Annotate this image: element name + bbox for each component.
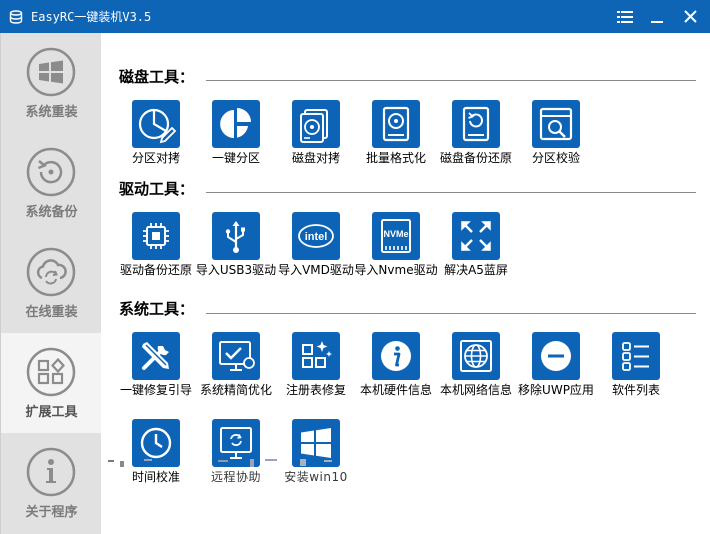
usb-icon (212, 212, 260, 260)
app-logo-icon (9, 10, 23, 24)
nvme-icon: NVMe (372, 212, 420, 260)
minimize-button[interactable] (644, 5, 670, 29)
minimize-icon (651, 21, 663, 23)
section-divider (206, 80, 696, 81)
section-divider (206, 192, 696, 193)
grid-shapes-icon (26, 347, 76, 397)
sidebar-item-label: 在线重装 (25, 305, 78, 320)
minus-circle-icon (532, 332, 580, 380)
sidebar-item-label: 系统备份 (25, 205, 78, 220)
section-title-disk-tools: 磁盘工具： (119, 68, 195, 86)
registry-icon (292, 332, 340, 380)
tool-partition-check[interactable]: 分区校验 (516, 100, 598, 172)
chip-icon (132, 212, 180, 260)
monitor-optimize-icon (212, 332, 260, 380)
window-title: EasyRC一键装机V3.5 (31, 10, 152, 24)
sidebar-item-system-backup[interactable]: 系统备份 (1, 133, 102, 233)
section-divider (206, 313, 696, 314)
partition-check-icon (532, 100, 580, 148)
section-title-system-tools: 系统工具： (119, 300, 195, 318)
sidebar-item-about[interactable]: 关于程序 (1, 433, 102, 533)
info-circle-icon (372, 332, 420, 380)
intel-icon: intel (292, 212, 340, 260)
nvme-badge-text: NVMe (383, 229, 408, 239)
tool-install-win10[interactable]: 安装win10 (276, 419, 358, 491)
tools-panel: 磁盘工具： 分区对拷 一键分区 磁盘对拷 批量格式化 磁盘备份还原 分区校验 驱… (101, 33, 710, 534)
software-list-icon (612, 332, 660, 380)
sidebar-item-system-reinstall[interactable]: 系统重装 (1, 33, 102, 133)
sidebar: 系统重装 系统备份 在线重装 扩展工具 关于程序 (0, 33, 102, 534)
close-button[interactable] (677, 5, 703, 29)
windows-install-icon (292, 419, 340, 467)
app-window: EasyRC一键装机V3.5 系统重装 系统备份 在线重装 扩展工具 关于程序 … (0, 0, 710, 534)
hard-drive-icon (372, 100, 420, 148)
section-title-driver-tools: 驱动工具： (119, 180, 195, 198)
tool-label: 软件列表 (611, 383, 660, 397)
sidebar-item-online-reinstall[interactable]: 在线重装 (1, 233, 102, 333)
title-bar: EasyRC一键装机V3.5 (0, 0, 710, 33)
intel-badge-text: intel (305, 231, 328, 243)
repair-tools-icon (132, 332, 180, 380)
menu-button[interactable] (612, 5, 638, 29)
clock-icon (132, 419, 180, 467)
globe-icon (452, 332, 500, 380)
sidebar-item-label: 系统重装 (25, 105, 78, 120)
info-icon (26, 447, 76, 497)
tool-software-list[interactable]: 软件列表 (596, 332, 678, 404)
sidebar-item-label: 扩展工具 (25, 405, 78, 420)
close-icon (684, 10, 697, 23)
disk-copy-icon (292, 100, 340, 148)
sidebar-item-label: 关于程序 (25, 505, 78, 520)
backup-restore-icon (26, 147, 76, 197)
remote-monitor-icon (212, 419, 260, 467)
tool-label: 解决A5蓝屏 (444, 263, 508, 277)
disk-backup-icon (452, 100, 500, 148)
expand-arrows-icon (452, 212, 500, 260)
cloud-sync-icon (26, 247, 76, 297)
windows-logo-icon (26, 47, 76, 97)
pie-partition-icon (212, 100, 260, 148)
tool-label: 分区校验 (531, 151, 580, 165)
sidebar-item-extended-tools[interactable]: 扩展工具 (1, 333, 102, 433)
tool-label: 安装win10 (284, 470, 348, 484)
menu-icon (617, 11, 633, 23)
tool-fix-a5-bsod[interactable]: 解决A5蓝屏 (436, 212, 518, 284)
partition-copy-icon (132, 100, 180, 148)
